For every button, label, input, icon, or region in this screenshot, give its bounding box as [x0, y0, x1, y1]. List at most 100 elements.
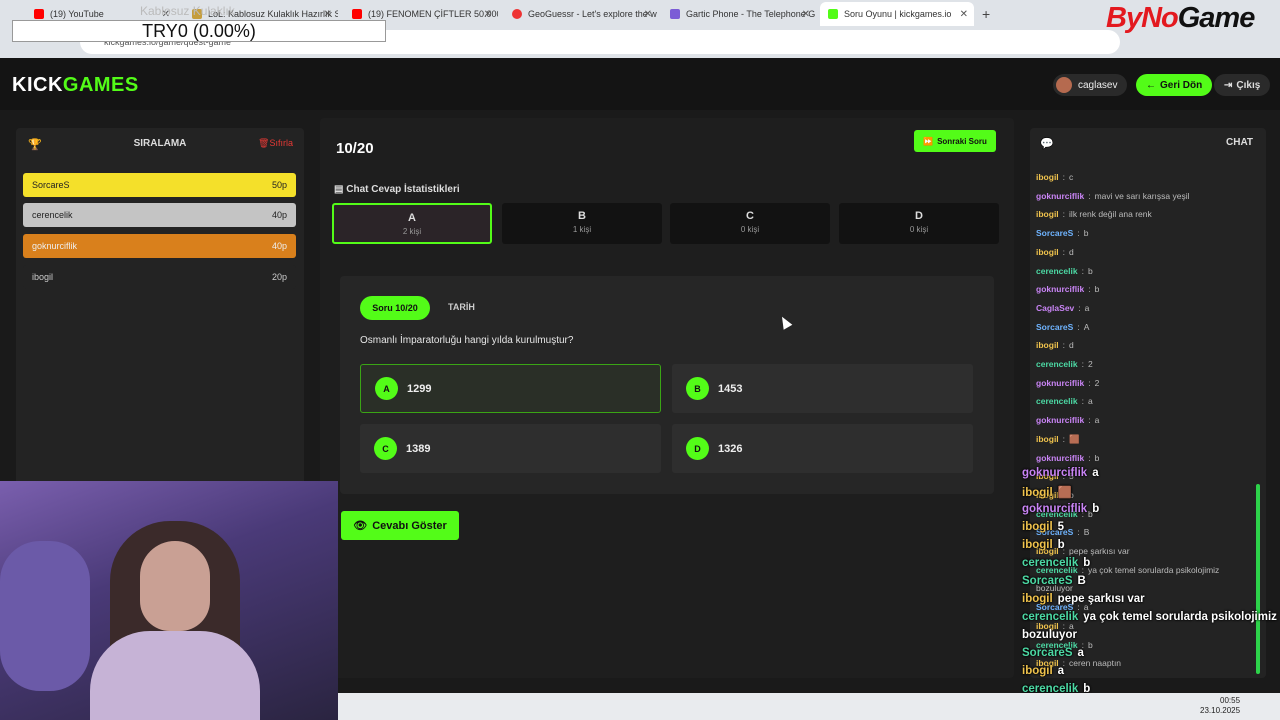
chat-icon: 💬: [1040, 138, 1054, 150]
taskbar-clock[interactable]: 00:55 23.10.2025: [1200, 696, 1240, 716]
tab-geoguessr[interactable]: GeoGuessr - Let's explore the w ✕: [504, 4, 658, 24]
overlay-chat-text: b: [1083, 557, 1091, 569]
overlay-chat-user: ibogil: [1022, 665, 1053, 677]
chat-username[interactable]: CaglaSev: [1036, 303, 1074, 313]
logout-button[interactable]: ⇥ Çıkış: [1214, 74, 1271, 96]
overlay-chat-line: cerencelik b: [1022, 557, 1090, 569]
chat-text: b: [1087, 265, 1093, 276]
chat-username[interactable]: ibogil: [1036, 172, 1059, 182]
tab-gartic[interactable]: Gartic Phone - The Telephone G ✕: [662, 4, 816, 24]
chat-message: ibogil: d: [1036, 340, 1074, 350]
rank-row: goknurciflik 40p: [23, 234, 296, 258]
option-d[interactable]: D 1326: [672, 424, 973, 473]
tab-kickgames[interactable]: Soru Oyunu | kickgames.io ✕: [820, 2, 974, 26]
chat-text: a: [1094, 415, 1100, 426]
chat-message: goknurciflik: b: [1036, 453, 1099, 463]
chat-username[interactable]: goknurciflik: [1036, 191, 1084, 201]
overlay-chat-text: 5: [1057, 521, 1065, 533]
chat-username[interactable]: ibogil: [1036, 340, 1059, 350]
overlay-chat-line: ibogil 5: [1022, 521, 1064, 533]
arrow-left-icon: ←: [1146, 79, 1156, 91]
chat-message: cerencelik:2: [1036, 359, 1093, 369]
option-a[interactable]: A 1299: [360, 364, 661, 413]
close-icon[interactable]: ✕: [644, 9, 652, 20]
chat-username[interactable]: cerencelik: [1036, 396, 1078, 406]
chat-username[interactable]: SorcareS: [1036, 228, 1073, 238]
chat-message: goknurciflik: a: [1036, 415, 1099, 425]
chat-username[interactable]: ibogil: [1036, 247, 1059, 257]
stat-a: A2 kişi: [332, 203, 492, 244]
overlay-chat-line: ibogil a: [1022, 665, 1064, 677]
close-icon[interactable]: ✕: [802, 9, 810, 20]
chat-message: ibogil: ilk renk değil ana renk: [1036, 209, 1152, 219]
map-pin-icon: [512, 9, 522, 19]
user-badge[interactable]: caglasev: [1053, 74, 1128, 96]
question-category: TARİH: [448, 302, 475, 312]
chat-colon: :: [1081, 359, 1084, 369]
next-question-button[interactable]: ⏩ Sonraki Soru: [914, 130, 996, 152]
chat-colon: :: [1088, 377, 1091, 388]
chat-message: ibogil: d: [1036, 247, 1074, 257]
overlay-chat-user: ibogil: [1022, 539, 1053, 551]
back-button[interactable]: ← Geri Dön: [1136, 74, 1213, 96]
overlay-chat-user: ibogil: [1022, 487, 1053, 499]
overlay-chat-user: SorcareS: [1022, 647, 1073, 659]
option-b[interactable]: B 1453: [672, 364, 973, 413]
reset-button[interactable]: 🗑Sıfırla: [258, 138, 293, 149]
question-text: Osmanlı İmparatorluğu hangi yılda kurulm…: [360, 335, 574, 346]
chat-message: goknurciflik: b: [1036, 284, 1099, 294]
chat-username[interactable]: goknurciflik: [1036, 284, 1084, 294]
stat-d: D0 kişi: [839, 203, 999, 244]
chat-username[interactable]: SorcareS: [1036, 322, 1073, 332]
overlay-chat-line: SorcareS a: [1022, 647, 1084, 659]
overlay-chat-text: 🟫: [1057, 487, 1072, 499]
chat-username[interactable]: goknurciflik: [1036, 453, 1084, 463]
overlay-chat-line: goknurciflik a: [1022, 467, 1099, 479]
chat-username[interactable]: cerencelik: [1036, 266, 1078, 276]
chat-colon: :: [1088, 452, 1091, 463]
kickgames-logo[interactable]: KICKGAMES: [12, 74, 139, 97]
ranking-panel: 🏆 SIRALAMA 🗑Sıfırla SorcareS 50p cerencel…: [16, 128, 304, 488]
overlay-chat-text: b: [1057, 539, 1065, 551]
chat-colon: :: [1088, 190, 1091, 201]
chat-username[interactable]: ibogil: [1036, 209, 1059, 219]
chat-message: cerencelik: b: [1036, 266, 1093, 276]
chat-text: A: [1083, 321, 1090, 332]
chat-text: d: [1069, 340, 1074, 351]
chat-colon: :: [1062, 434, 1066, 445]
overlay-chat-line: goknurciflik b: [1022, 503, 1099, 515]
rank-row: ibogil 20p: [23, 265, 296, 289]
chat-colon: :: [1062, 172, 1066, 182]
chat-message: SorcareS: b: [1036, 228, 1088, 238]
chat-message: goknurciflik: mavi ve sarı karışsa yeşil: [1036, 191, 1190, 201]
chat-text: b: [1083, 228, 1089, 239]
chat-colon: :: [1081, 396, 1084, 407]
chat-colon: :: [1077, 228, 1080, 239]
overlay-chat-line: ibogil pepe şarkısı var: [1022, 593, 1145, 605]
overlay-chat-text: a: [1077, 647, 1084, 659]
taskbar: [338, 693, 1280, 720]
eye-icon: 👁: [353, 520, 368, 532]
overlay-chat-user: SorcareS: [1022, 575, 1073, 587]
overlay-chat-user: ibogil: [1022, 521, 1053, 533]
close-icon[interactable]: ✕: [324, 9, 332, 20]
new-tab-icon[interactable]: +: [982, 6, 990, 22]
chat-username[interactable]: goknurciflik: [1036, 415, 1084, 425]
close-icon[interactable]: ✕: [960, 9, 968, 20]
chart-icon: ▤: [334, 184, 347, 195]
chat-text: d: [1069, 246, 1074, 257]
overlay-chat-user: cerencelik: [1022, 557, 1079, 569]
streamer-face: [140, 541, 210, 631]
teddy-bear: [0, 541, 90, 691]
gartic-icon: [670, 9, 680, 19]
streamer-body: [90, 631, 260, 720]
youtube-icon: [352, 9, 362, 19]
chat-text: 2: [1094, 377, 1100, 388]
chat-username[interactable]: ibogil: [1036, 434, 1059, 444]
show-answer-button[interactable]: 👁 Cevabı Göster: [341, 511, 459, 540]
close-icon[interactable]: ✕: [484, 9, 492, 20]
option-c[interactable]: C 1389: [360, 424, 661, 473]
chat-username[interactable]: cerencelik: [1036, 359, 1078, 369]
chat-username[interactable]: goknurciflik: [1036, 378, 1084, 388]
stream-stat-label: TRY0 (0.00%): [12, 20, 386, 42]
